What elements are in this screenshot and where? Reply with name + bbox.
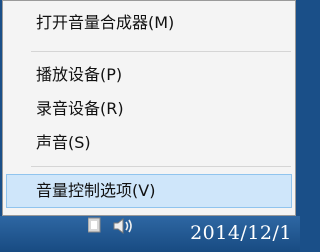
menu-separator [31,166,291,167]
menu-item-sounds[interactable]: 声音(S) [6,126,292,160]
taskbar-clock-date[interactable]: 2014/12/1 [190,222,292,244]
volume-context-menu: 打开音量合成器(M) 播放设备(P) 录音设备(R) 声音(S) 音量控制选项(… [2,0,296,216]
menu-item-recording-devices[interactable]: 录音设备(R) [6,92,292,126]
taskbar: 2014/12/1 [0,216,300,252]
menu-separator [31,51,291,52]
menu-item-volume-control-options[interactable]: 音量控制选项(V) [6,174,292,208]
menu-item-playback-devices[interactable]: 播放设备(P) [6,58,292,92]
menu-item-open-volume-mixer[interactable]: 打开音量合成器(M) [6,6,292,40]
volume-speaker-icon[interactable] [87,216,144,238]
